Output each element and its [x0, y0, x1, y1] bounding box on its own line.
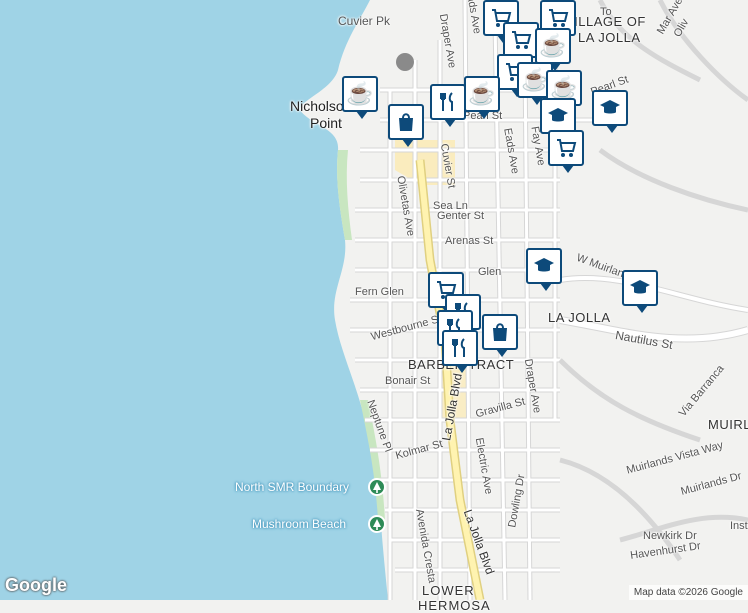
shopping-bag-marker-icon[interactable] [482, 314, 518, 357]
coffee-marker-icon[interactable]: ☕ [535, 28, 571, 71]
label-newkirk-dr: Newkirk Dr [643, 530, 697, 542]
label-glen: Glen [478, 266, 502, 278]
map-attribution[interactable]: Map data ©2026 Google [628, 585, 748, 600]
label-la-jolla-mid: LA JOLLA [548, 310, 611, 325]
restaurant-marker-icon[interactable] [430, 84, 466, 127]
park-icon-mushroom-beach[interactable] [368, 515, 386, 533]
cart-marker-icon[interactable] [548, 130, 584, 173]
cart-marker-icon[interactable] [503, 22, 539, 65]
school-marker-icon[interactable] [592, 90, 628, 133]
coffee-marker-icon[interactable]: ☕ [342, 76, 378, 119]
label-north-smr[interactable]: North SMR Boundary [235, 480, 349, 494]
label-bonair-st: Bonair St [385, 375, 431, 387]
school-marker-icon[interactable] [622, 270, 658, 313]
park-icon-north-smr[interactable] [368, 478, 386, 496]
label-fern-glen: Fern Glen [355, 286, 404, 298]
restaurant-marker-icon[interactable] [442, 330, 478, 373]
label-arenas-st: Arenas St [445, 235, 494, 247]
label-inst: Inst [730, 520, 748, 532]
label-point: Point [310, 115, 342, 131]
label-to: To [600, 6, 612, 18]
label-genter-st: Genter St [437, 210, 485, 222]
school-marker-icon[interactable] [526, 248, 562, 291]
shopping-bag-marker-icon[interactable] [388, 104, 424, 147]
label-mushroom-beach[interactable]: Mushroom Beach [252, 517, 346, 531]
label-la-jolla-top: LA JOLLA [578, 30, 641, 45]
school-marker-icon[interactable] [540, 98, 576, 141]
coffee-marker-icon[interactable]: ☕ [464, 76, 500, 119]
label-muirlands: MUIRLA [708, 417, 748, 432]
label-cuvier-pk: Cuvier Pk [338, 14, 391, 28]
school-poi-icon [396, 53, 414, 71]
label-lower: LOWER [422, 583, 475, 598]
label-hermosa: HERMOSA [418, 598, 491, 613]
google-logo: Google [5, 575, 67, 595]
